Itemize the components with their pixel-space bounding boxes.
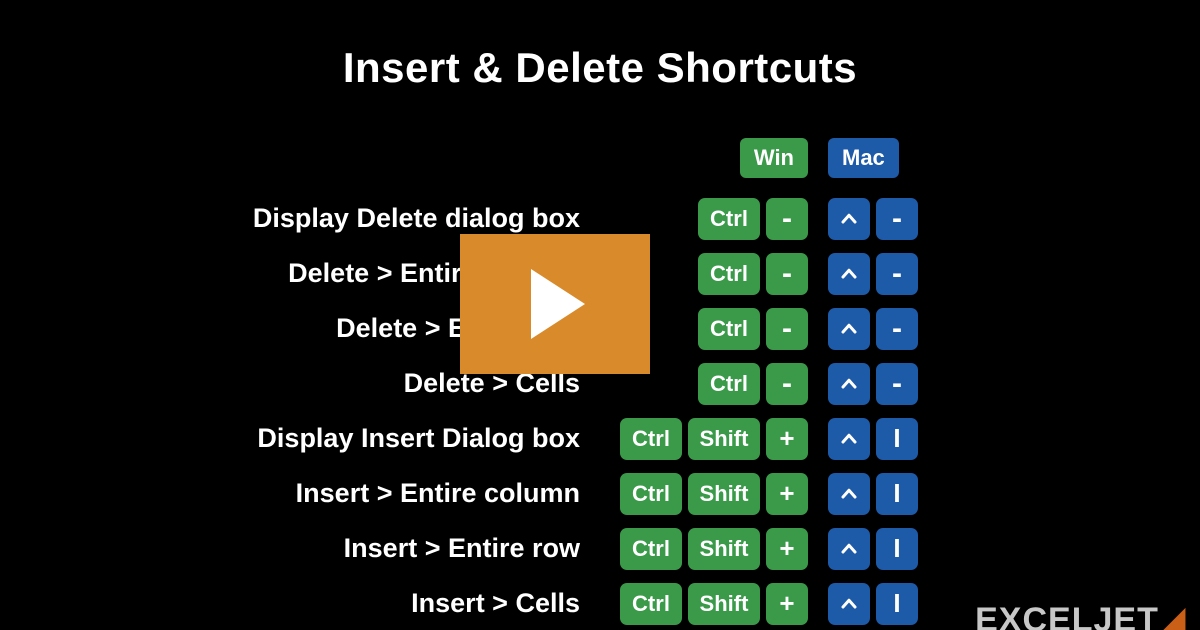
control-caret-icon [828,418,870,460]
brand-watermark: EXCELJET◢ [975,600,1186,630]
mac-keys: - [818,308,978,350]
table-row: Display Insert Dialog boxCtrlShift+I [120,411,1080,466]
ctrl-key: Ctrl [620,528,682,570]
plus-key: + [766,473,808,515]
plus-key: + [766,583,808,625]
shift-key: Shift [688,583,760,625]
mac-letter-i-key: I [876,583,918,625]
table-row: Insert > CellsCtrlShift+I [120,576,1080,630]
mac-keys: I [818,583,978,625]
mac-keys: - [818,363,978,405]
mac-keys: - [818,253,978,295]
brand-accent-icon: ◢ [1159,601,1186,630]
page-title: Insert & Delete Shortcuts [0,0,1200,116]
mac-header-cell: Mac [818,138,978,178]
shift-key: Shift [688,473,760,515]
control-caret-icon [828,473,870,515]
minus-key: - [876,253,918,295]
control-caret-icon [828,253,870,295]
minus-key: - [876,198,918,240]
ctrl-key: Ctrl [698,198,760,240]
mac-header-badge: Mac [828,138,899,178]
win-keys: CtrlShift+ [588,473,818,515]
mac-keys: I [818,528,978,570]
shortcut-label: Display Delete dialog box [120,203,588,234]
minus-key: - [766,308,808,350]
shortcut-label: Insert > Cells [120,588,588,619]
minus-key: - [876,363,918,405]
minus-key: - [766,363,808,405]
win-keys: CtrlShift+ [588,418,818,460]
minus-key: - [766,253,808,295]
shortcut-label: Insert > Entire column [120,478,588,509]
win-keys: CtrlShift+ [588,583,818,625]
control-caret-icon [828,583,870,625]
minus-key: - [766,198,808,240]
video-play-button[interactable] [460,234,650,374]
minus-key: - [876,308,918,350]
table-row: Insert > Entire rowCtrlShift+I [120,521,1080,576]
play-icon [524,269,586,339]
shortcut-label: Display Insert Dialog box [120,423,588,454]
win-header-badge: Win [740,138,808,178]
control-caret-icon [828,528,870,570]
control-caret-icon [828,308,870,350]
win-keys: CtrlShift+ [588,528,818,570]
ctrl-key: Ctrl [698,308,760,350]
shift-key: Shift [688,528,760,570]
ctrl-key: Ctrl [698,253,760,295]
mac-letter-i-key: I [876,473,918,515]
mac-keys: I [818,418,978,460]
ctrl-key: Ctrl [620,473,682,515]
mac-keys: - [818,198,978,240]
mac-letter-i-key: I [876,528,918,570]
mac-keys: I [818,473,978,515]
table-row: Insert > Entire columnCtrlShift+I [120,466,1080,521]
control-caret-icon [828,363,870,405]
control-caret-icon [828,198,870,240]
ctrl-key: Ctrl [620,583,682,625]
shift-key: Shift [688,418,760,460]
win-header-cell: Win [588,138,818,178]
plus-key: + [766,528,808,570]
ctrl-key: Ctrl [698,363,760,405]
ctrl-key: Ctrl [620,418,682,460]
shortcut-table: Win Mac Display Delete dialog boxCtrl--D… [120,130,1080,630]
shortcut-label: Insert > Entire row [120,533,588,564]
table-header-row: Win Mac [120,130,1080,185]
plus-key: + [766,418,808,460]
mac-letter-i-key: I [876,418,918,460]
